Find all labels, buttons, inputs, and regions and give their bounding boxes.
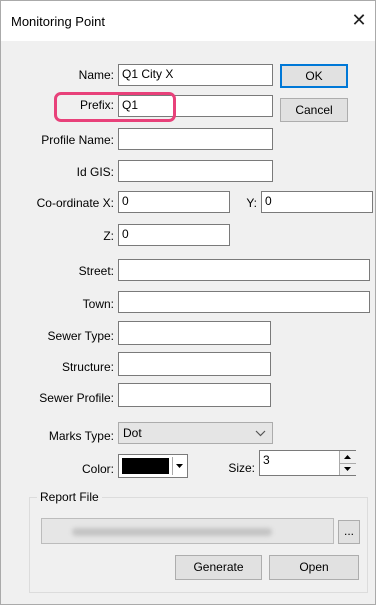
street-field[interactable]: [118, 259, 370, 281]
report-file-group-title: Report File: [37, 490, 102, 504]
id-gis-field[interactable]: [118, 160, 273, 182]
name-label: Name:: [78, 68, 114, 82]
coordinate-y-field[interactable]: 0: [261, 191, 373, 213]
open-button[interactable]: Open: [269, 555, 359, 580]
report-file-path-field: [41, 518, 334, 544]
color-swatch: [122, 458, 169, 474]
chevron-down-icon: [255, 430, 266, 437]
coordinate-y-label: Y:: [246, 196, 257, 210]
title-bar: Monitoring Point ✕: [1, 1, 375, 41]
sewer-type-label: Sewer Type:: [47, 329, 114, 343]
sewer-profile-label: Sewer Profile:: [39, 391, 114, 405]
sewer-type-field[interactable]: [118, 321, 271, 345]
close-icon[interactable]: ✕: [349, 10, 369, 30]
monitoring-point-dialog: Monitoring Point ✕ Name: Q1 City X OK Pr…: [0, 0, 376, 605]
id-gis-label: Id GIS:: [76, 165, 114, 179]
prefix-highlight-annotation: [54, 92, 176, 122]
coordinate-x-field[interactable]: 0: [118, 191, 230, 213]
name-field[interactable]: Q1 City X: [118, 64, 273, 86]
color-picker[interactable]: [118, 454, 188, 478]
marks-type-value: Dot: [123, 426, 142, 440]
street-label: Street:: [78, 264, 114, 278]
marks-type-dropdown[interactable]: Dot: [118, 422, 273, 444]
size-decrement-icon[interactable]: [340, 463, 356, 475]
marks-type-label: Marks Type:: [48, 429, 114, 443]
browse-button[interactable]: ...: [338, 520, 360, 544]
coordinate-z-field[interactable]: 0: [118, 224, 230, 246]
structure-field[interactable]: [118, 352, 271, 376]
generate-button[interactable]: Generate: [175, 555, 262, 580]
profile-name-field[interactable]: [118, 128, 273, 150]
color-label: Color:: [81, 462, 114, 476]
sewer-profile-field[interactable]: [118, 383, 271, 407]
size-stepper[interactable]: [339, 451, 356, 475]
structure-label: Structure:: [61, 360, 114, 374]
window-title: Monitoring Point: [11, 14, 105, 29]
profile-name-label: Profile Name:: [41, 133, 114, 147]
coordinate-x-label: Co-ordinate X:: [36, 196, 114, 210]
cancel-button[interactable]: Cancel: [280, 98, 348, 122]
color-dropdown-arrow-icon: [172, 457, 186, 475]
town-field[interactable]: [118, 291, 370, 313]
size-label: Size:: [228, 461, 255, 475]
ok-button[interactable]: OK: [280, 64, 348, 88]
coordinate-z-label: Z:: [103, 229, 114, 243]
blurred-path-text: [72, 528, 272, 536]
town-label: Town:: [82, 297, 114, 311]
